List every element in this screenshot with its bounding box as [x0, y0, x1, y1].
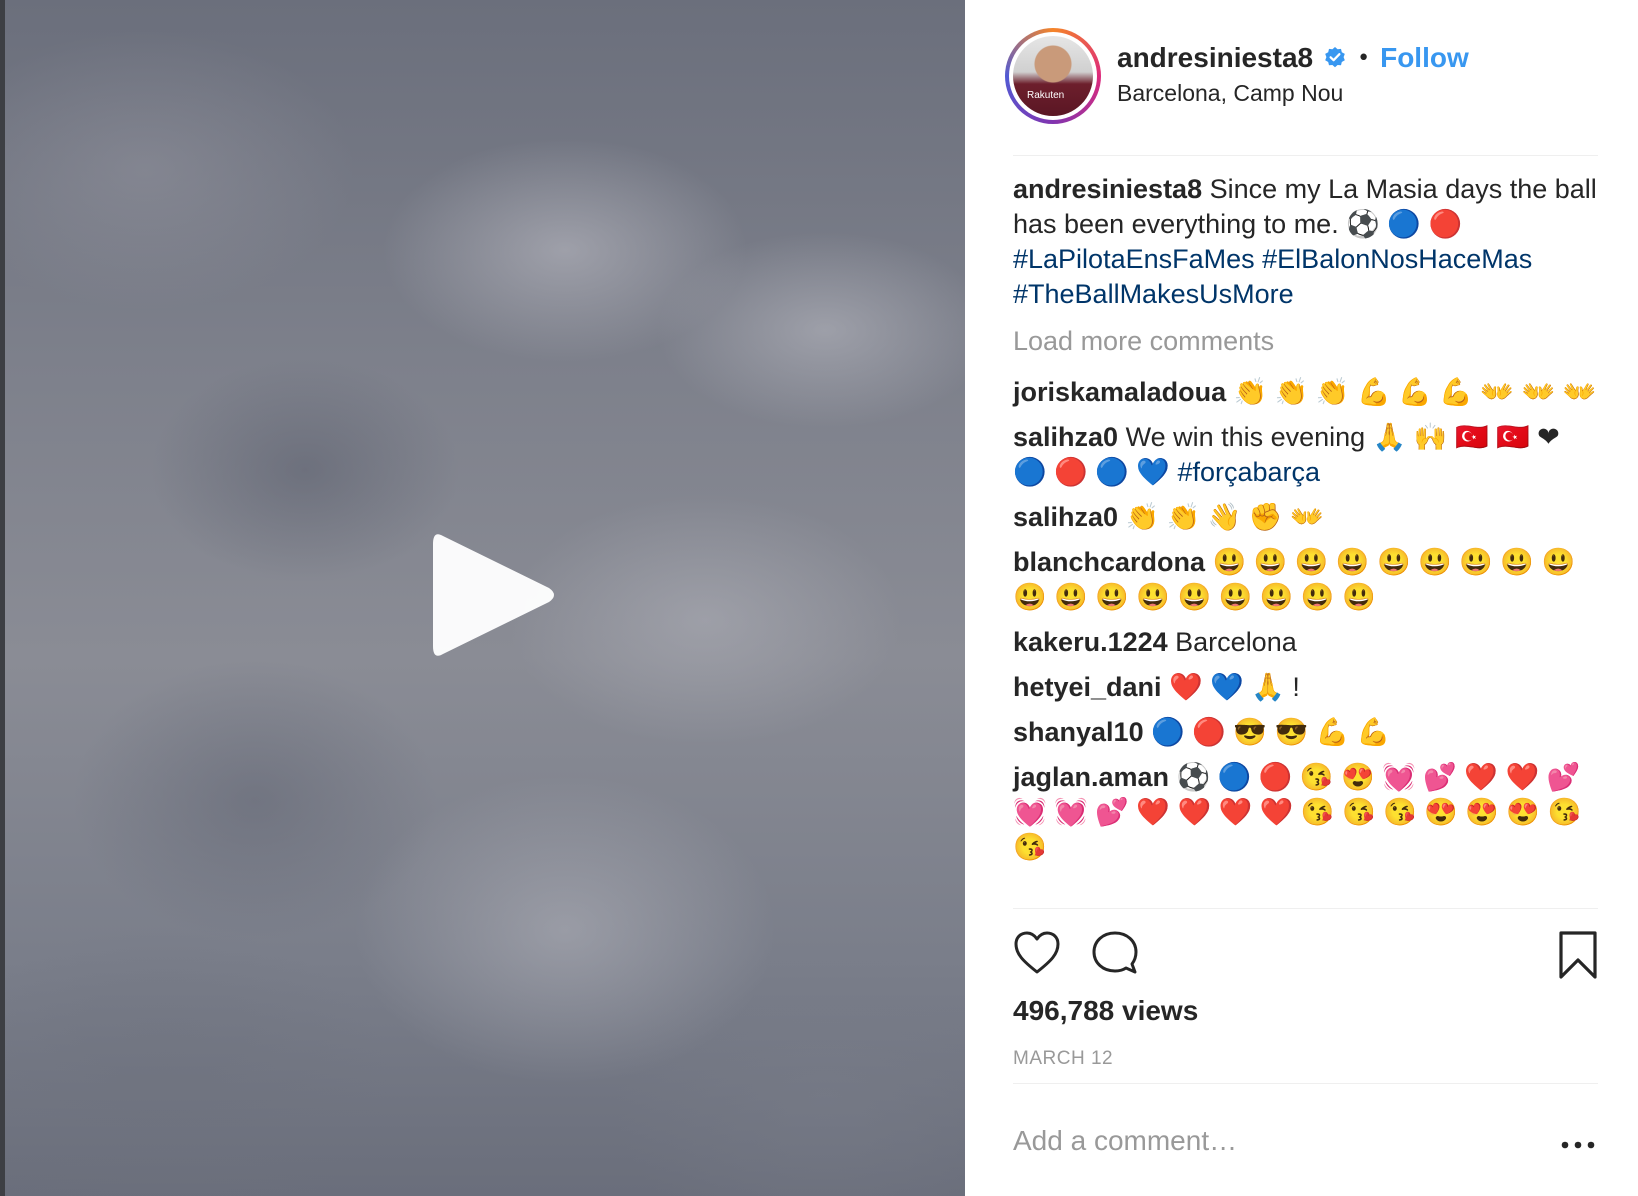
post-header: Rakuten andresiniesta8 • Follow Barcelon… — [965, 0, 1638, 155]
verified-badge-icon — [1325, 47, 1345, 68]
hashtag-link[interactable]: #TheBallMakesUsMore — [1013, 279, 1294, 309]
comment-text: 👏 👏 👋 ✊ 👐 — [1125, 502, 1324, 532]
comment-username[interactable]: shanyal10 — [1013, 717, 1144, 747]
footer-divider — [1013, 1083, 1598, 1084]
location-link[interactable]: Barcelona, Camp Nou — [1117, 80, 1343, 107]
hashtag-link[interactable]: #LaPilotaEnsFaMes — [1013, 244, 1255, 274]
story-ring[interactable]: Rakuten — [1005, 28, 1101, 124]
action-bar — [1013, 930, 1598, 980]
comment-username[interactable]: salihza0 — [1013, 422, 1118, 452]
comment-username[interactable]: salihza0 — [1013, 502, 1118, 532]
comment-username[interactable]: hetyei_dani — [1013, 672, 1162, 702]
comment-text: 🔵 🔴 😎 😎 💪 💪 — [1151, 717, 1391, 747]
load-more-comments-button[interactable]: Load more comments — [1013, 324, 1598, 359]
comment-username[interactable]: blanchcardona — [1013, 547, 1205, 577]
heart-icon[interactable] — [1013, 930, 1061, 976]
play-icon[interactable] — [429, 528, 559, 662]
comment-item: hetyei_dani ❤️ 💙 🙏 ! — [1013, 670, 1598, 705]
follow-button[interactable]: Follow — [1380, 42, 1469, 74]
hashtag-link[interactable]: #ElBalonNosHaceMas — [1262, 244, 1532, 274]
caption-username[interactable]: andresiniesta8 — [1013, 174, 1202, 204]
post-side-panel: Rakuten andresiniesta8 • Follow Barcelon… — [965, 0, 1638, 1196]
ellipsis-icon[interactable] — [1561, 1140, 1595, 1150]
comment-item: joriskamaladoua 👏 👏 👏 💪 💪 💪 👐 👐 👐 — [1013, 375, 1598, 410]
avatar-shirt-logo: Rakuten — [1027, 90, 1065, 101]
username-row: andresiniesta8 • Follow — [1117, 40, 1469, 76]
comment-item: jaglan.aman ⚽ 🔵 🔴 😘 😍 💓 💕 ❤️ ❤️ 💕 💓 💓 💕 … — [1013, 760, 1598, 865]
add-comment-input[interactable]: Add a comment… — [1013, 1125, 1237, 1157]
actions-divider — [1013, 908, 1598, 909]
avatar[interactable]: Rakuten — [1013, 36, 1093, 116]
comment-username[interactable]: kakeru.1224 — [1013, 627, 1168, 657]
hashtag-link[interactable]: #forçabarça — [1177, 457, 1320, 487]
comment-username[interactable]: joriskamaladoua — [1013, 377, 1226, 407]
comments-list: andresiniesta8 Since my La Masia days th… — [1013, 172, 1598, 875]
separator-dot: • — [1357, 45, 1371, 71]
view-count[interactable]: 496,788 views — [1013, 995, 1198, 1027]
comment-text: Barcelona — [1175, 627, 1297, 657]
comment-text: 👏 👏 👏 💪 💪 💪 👐 👐 👐 — [1233, 377, 1597, 407]
caption: andresiniesta8 Since my La Masia days th… — [1013, 172, 1598, 312]
video-player[interactable] — [5, 0, 965, 1196]
post-date: MARCH 12 — [1013, 1048, 1114, 1069]
comment-item: shanyal10 🔵 🔴 😎 😎 💪 💪 — [1013, 715, 1598, 750]
avatar-frame: Rakuten — [1009, 32, 1097, 120]
bookmark-icon[interactable] — [1558, 930, 1598, 980]
comment-item: kakeru.1224 Barcelona — [1013, 625, 1598, 660]
header-divider — [1013, 155, 1598, 156]
post-username[interactable]: andresiniesta8 — [1117, 42, 1313, 74]
comment-item: blanchcardona 😃 😃 😃 😃 😃 😃 😃 😃 😃 😃 😃 😃 😃 … — [1013, 545, 1598, 615]
comment-text: ❤️ 💙 🙏 ! — [1169, 672, 1300, 702]
comment-item: salihza0 We win this evening 🙏 🙌 🇹🇷 🇹🇷 ❤… — [1013, 420, 1598, 490]
speech-bubble-icon[interactable] — [1091, 930, 1139, 976]
comment-username[interactable]: jaglan.aman — [1013, 762, 1169, 792]
comment-item: salihza0 👏 👏 👋 ✊ 👐 — [1013, 500, 1598, 535]
